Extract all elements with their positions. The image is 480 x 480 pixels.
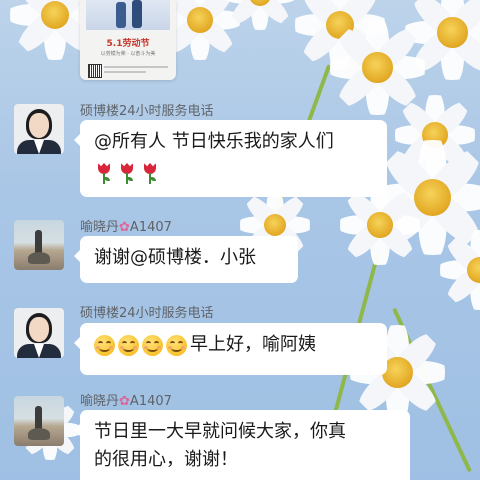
avatar[interactable] [14,396,64,446]
message-text-line: 的很用心，谢谢！ [94,449,238,470]
message-text-line: 节日里一大早就问候大家，你真 [94,421,346,442]
sender-name: 喻晓丹 [80,394,120,409]
tulip-icon [143,163,157,185]
smiling-face-icon [94,334,115,356]
message-bubble[interactable]: 早上好，喻阿姨 [74,323,387,375]
cherry-blossom-icon: ✿ [119,394,130,409]
smiling-face-icon [142,334,163,356]
sender-name-row: 喻晓丹✿A1407 [80,216,172,235]
smiling-face-icon [118,334,139,356]
message-bubble[interactable]: @所有人 节日快乐我的家人们 [74,120,387,197]
avatar[interactable] [14,308,64,358]
message-text: @所有人 节日快乐我的家人们 [94,131,334,152]
poster-illustration [86,0,170,30]
chat-screen: 5.1劳动节 以劳模为荣 · 以奋斗为美 硕博楼24小时服务电话 @所有人 节日… [0,0,480,480]
message-text: 早上好，喻阿姨 [190,334,316,355]
sender-name: 喻晓丹 [80,220,120,235]
poster-text-line [104,71,146,73]
poster-image-message[interactable]: 5.1劳动节 以劳模为荣 · 以奋斗为美 [80,0,176,80]
poster-subtitle: 以劳模为荣 · 以奋斗为美 [100,51,156,57]
emoji-row [94,160,373,188]
poster-text-line [104,66,168,68]
avatar[interactable] [14,220,64,270]
smiling-face-icon [166,334,187,356]
sender-name: 硕博楼24小时服务电话 [80,306,214,321]
cherry-blossom-icon: ✿ [119,220,130,235]
sender-name-row: 喻晓丹✿A1407 [80,390,172,409]
avatar[interactable] [14,104,64,154]
message-bubble[interactable]: 谢谢@硕博楼．小张 [74,236,298,283]
sender-name: 硕博楼24小时服务电话 [80,104,214,119]
tulip-icon [120,163,134,185]
poster-title: 5.1劳动节 [106,39,150,49]
tulip-icon [97,163,111,185]
sender-unit: A1407 [129,394,172,409]
qr-code-icon [88,64,102,78]
sender-unit: A1407 [129,220,172,235]
message-text: 谢谢@硕博楼．小张 [94,247,256,268]
message-bubble[interactable]: 节日里一大早就问候大家，你真 的很用心，谢谢！ [74,410,410,480]
